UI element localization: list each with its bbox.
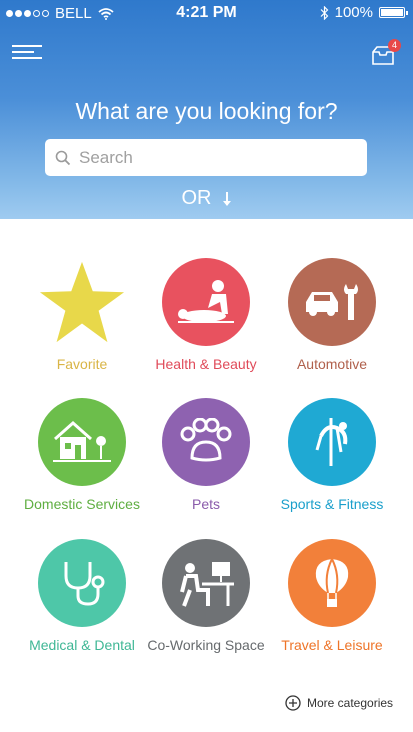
header-hero: BELL 4:21 PM 100% 4 What are you looking… <box>0 0 413 219</box>
battery-percent: 100% <box>334 4 373 21</box>
status-bar: BELL 4:21 PM 100% <box>0 0 413 26</box>
pole-fitness-icon <box>315 418 348 466</box>
category-health-beauty[interactable]: Health & Beauty <box>136 258 276 372</box>
category-circle <box>288 398 376 486</box>
desk-worker-icon <box>180 562 234 607</box>
arrow-down-icon <box>222 191 231 206</box>
menu-button[interactable] <box>12 45 42 65</box>
category-label: Favorite <box>56 356 108 372</box>
car-wrench-icon <box>306 284 358 320</box>
status-right: 100% <box>320 4 408 21</box>
battery-icon <box>379 7 408 18</box>
category-travel-leisure[interactable]: Travel & Leisure <box>262 539 402 653</box>
category-co-working-space[interactable]: Co-Working Space <box>136 539 276 653</box>
category-circle <box>162 258 250 346</box>
or-divider: OR <box>0 187 413 210</box>
category-medical-dental[interactable]: Medical & Dental <box>12 539 152 653</box>
category-automotive[interactable]: Automotive <box>262 258 402 372</box>
category-label: Sports & Fitness <box>280 496 384 512</box>
more-categories-button[interactable]: More categories <box>285 695 393 711</box>
star-icon <box>39 261 125 343</box>
category-label: Co-Working Space <box>147 637 265 653</box>
paw-icon <box>180 418 232 462</box>
inbox-button[interactable]: 4 <box>370 39 401 68</box>
category-label: Domestic Services <box>24 496 140 512</box>
category-circle <box>288 258 376 346</box>
category-label: Pets <box>191 496 220 512</box>
category-label: Automotive <box>296 356 368 372</box>
favorite-star <box>38 258 126 346</box>
category-favorite[interactable]: Favorite <box>12 258 152 372</box>
search-box[interactable] <box>45 139 367 176</box>
category-circle <box>38 398 126 486</box>
category-circle <box>162 398 250 486</box>
category-label: Health & Beauty <box>155 356 257 372</box>
bluetooth-icon <box>320 5 328 20</box>
search-icon <box>55 150 71 165</box>
category-circle <box>288 539 376 627</box>
house-icon <box>53 420 111 462</box>
stethoscope-icon <box>64 562 105 606</box>
category-circle <box>162 539 250 627</box>
hot-air-balloon-icon <box>315 558 349 607</box>
category-pets[interactable]: Pets <box>136 398 276 512</box>
category-label: Travel & Leisure <box>281 637 383 653</box>
category-sports-fitness[interactable]: Sports & Fitness <box>262 398 402 512</box>
inbox-badge: 4 <box>388 39 401 52</box>
massage-icon <box>178 280 234 323</box>
plus-circle-icon <box>285 695 301 711</box>
search-input[interactable] <box>77 146 351 169</box>
or-label: OR <box>181 187 212 209</box>
category-label: Medical & Dental <box>29 637 135 653</box>
page-title: What are you looking for? <box>75 98 338 124</box>
category-circle <box>38 539 126 627</box>
hamburger-icon <box>12 45 42 47</box>
category-domestic-services[interactable]: Domestic Services <box>12 398 152 512</box>
more-categories-label: More categories <box>307 696 394 710</box>
